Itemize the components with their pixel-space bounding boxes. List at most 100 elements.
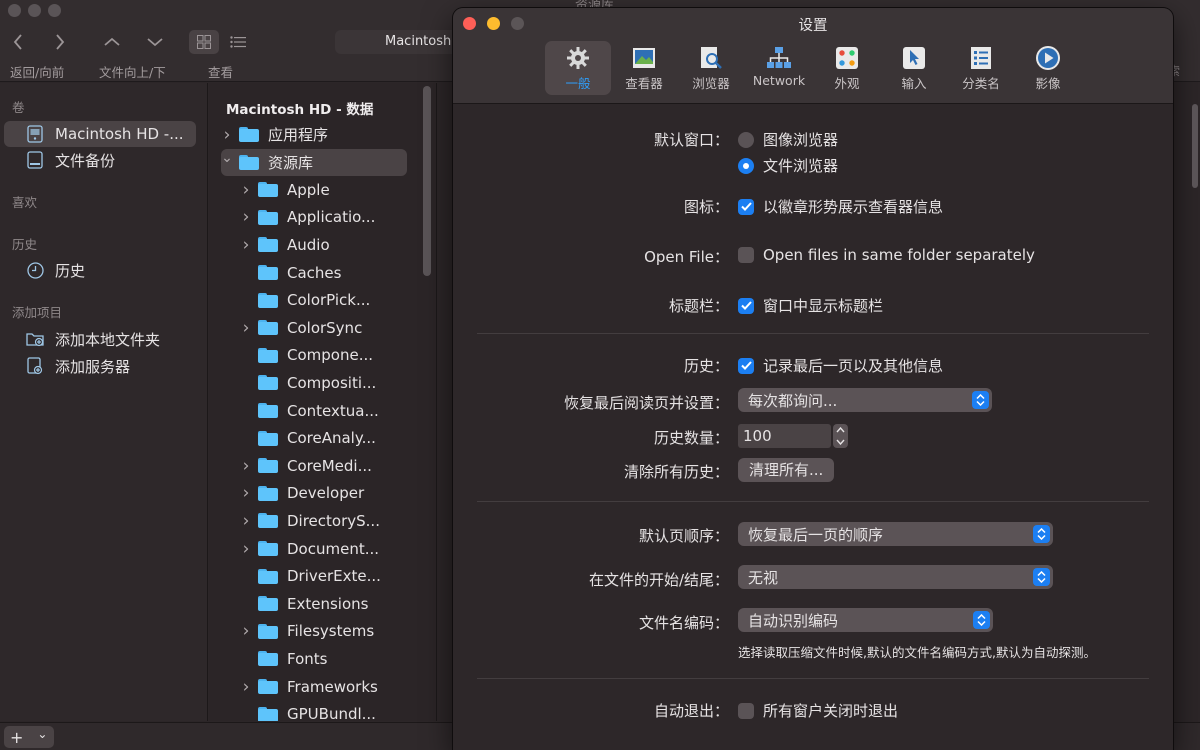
chevron-right-icon[interactable]: › xyxy=(240,180,252,200)
tab-category-names[interactable]: 分类名 xyxy=(948,41,1014,95)
badge-info-checkbox[interactable]: 以徽章形势展示查看器信息 xyxy=(738,196,943,217)
tab-browser[interactable]: 浏览器 xyxy=(678,41,744,95)
folder-label: GPUBundl... xyxy=(287,705,376,721)
file-up-button[interactable] xyxy=(102,30,122,54)
browser-scrollbar[interactable] xyxy=(1192,104,1198,188)
path-bar[interactable]: Macintosh xyxy=(335,30,465,54)
tab-appearance[interactable]: 外观 xyxy=(814,41,880,95)
folder-row[interactable]: › Frameworks xyxy=(209,673,419,700)
radio-image-browser[interactable]: 图像浏览器 xyxy=(738,129,838,150)
checkbox[interactable] xyxy=(738,297,754,314)
tab-network[interactable]: Network xyxy=(746,41,812,95)
page-order-popup[interactable]: 恢复最后一页的顺序 xyxy=(738,522,1053,546)
chevron-down-icon[interactable]: ⌄ xyxy=(221,150,233,166)
tab-media[interactable]: 影像 xyxy=(1015,41,1081,95)
sidebar-item-history[interactable]: 历史 xyxy=(4,257,196,283)
checkbox[interactable] xyxy=(738,198,754,215)
checkbox[interactable] xyxy=(738,357,754,374)
tab-general[interactable]: 一般 xyxy=(545,41,611,95)
clear-history-button[interactable]: 清理所有... xyxy=(738,458,835,482)
list-view-icon xyxy=(230,36,246,48)
chevron-right-icon[interactable]: › xyxy=(240,539,252,559)
chevron-right-icon[interactable]: › xyxy=(240,621,252,641)
history-count-field[interactable]: 100 xyxy=(738,424,831,448)
folder-row[interactable]: ColorPick... xyxy=(209,287,419,314)
chevron-right-icon[interactable]: › xyxy=(240,235,252,255)
folder-row[interactable]: Compone... xyxy=(209,342,419,369)
stepper-up-icon[interactable] xyxy=(836,427,845,433)
chevron-right-icon[interactable]: › xyxy=(240,483,252,503)
grid-icon xyxy=(197,35,211,49)
folder-row[interactable]: › Audio xyxy=(209,231,419,258)
grid-view-button[interactable] xyxy=(189,30,219,54)
chevron-right-icon[interactable]: › xyxy=(240,511,252,531)
file-down-button[interactable] xyxy=(145,30,165,54)
history-header: 历史 xyxy=(12,237,38,252)
folder-row[interactable]: Fonts xyxy=(209,645,419,672)
folder-row[interactable]: Caches xyxy=(209,259,419,286)
tab-label: 浏览器 xyxy=(692,76,730,91)
forward-button[interactable] xyxy=(50,30,70,54)
stepper-down-icon[interactable] xyxy=(836,439,845,445)
add-menu-button[interactable]: + ⌄ xyxy=(4,726,54,748)
checkbox[interactable] xyxy=(738,702,754,719)
record-history-checkbox[interactable]: 记录最后一页以及其他信息 xyxy=(738,355,943,376)
radio-button[interactable] xyxy=(738,157,754,174)
folder-row[interactable]: CoreAnaly... xyxy=(209,425,419,452)
checkbox-label: Open files in same folder separately xyxy=(763,246,1035,264)
history-count-stepper[interactable] xyxy=(833,424,848,448)
sidebar-item-backup[interactable]: 文件备份 xyxy=(4,147,196,173)
encoding-popup[interactable]: 自动识别编码 xyxy=(738,608,993,632)
encoding-label: 文件名编码： xyxy=(638,614,729,632)
tab-viewer[interactable]: 查看器 xyxy=(611,41,677,95)
window-zoom-button[interactable] xyxy=(48,4,61,17)
sidebar-item-add-server[interactable]: 添加服务器 xyxy=(4,353,196,379)
list-view-button[interactable] xyxy=(228,30,248,54)
folder-row[interactable]: › Filesystems xyxy=(209,618,419,645)
folder-row[interactable]: DriverExte... xyxy=(209,563,419,590)
checkmark-icon xyxy=(740,301,752,310)
window-minimize-button[interactable] xyxy=(28,4,41,17)
open-separately-checkbox[interactable]: Open files in same folder separately xyxy=(738,246,1035,264)
titlebar-label: 标题栏： xyxy=(668,297,729,315)
folder-row[interactable]: › Applicatio... xyxy=(209,204,419,231)
updown-chevron-icon xyxy=(1033,568,1050,586)
folder-icon xyxy=(258,679,278,694)
folder-row[interactable]: Contextua... xyxy=(209,397,419,424)
folder-row[interactable]: › 应用程序 xyxy=(209,121,419,148)
folder-row[interactable]: › Document... xyxy=(209,535,419,562)
folder-row[interactable]: › CoreMedi... xyxy=(209,452,419,479)
folder-row[interactable]: › DirectoryS... xyxy=(209,507,419,534)
checkbox[interactable] xyxy=(738,247,754,263)
show-titlebar-checkbox[interactable]: 窗口中显示标题栏 xyxy=(738,295,883,316)
folder-row[interactable]: › Developer xyxy=(209,480,419,507)
folder-row[interactable]: GPUBundl... xyxy=(209,701,419,721)
auto-quit-checkbox[interactable]: 所有窗户关闭时退出 xyxy=(738,700,898,721)
sidebar-item-add-local-folder[interactable]: 添加本地文件夹 xyxy=(4,326,196,352)
chevron-right-icon[interactable]: › xyxy=(221,125,233,145)
folder-row[interactable]: › ColorSync xyxy=(209,314,419,341)
window-close-button[interactable] xyxy=(8,4,21,17)
folder-row[interactable]: › Apple xyxy=(209,176,419,203)
start-end-popup[interactable]: 无视 xyxy=(738,565,1053,589)
folder-row[interactable]: ⌄ 资源库 xyxy=(221,148,407,176)
back-button[interactable] xyxy=(8,30,28,54)
folder-scrollbar[interactable] xyxy=(423,86,431,276)
radio-button[interactable] xyxy=(738,131,754,148)
sidebar-item-macintosh-hd[interactable]: Macintosh HD -... xyxy=(4,121,196,147)
chevron-right-icon[interactable]: › xyxy=(240,677,252,697)
tab-label: Network xyxy=(752,73,806,88)
chevron-right-icon[interactable]: › xyxy=(240,456,252,476)
chevron-right-icon[interactable]: › xyxy=(240,207,252,227)
folder-icon xyxy=(239,127,259,142)
popup-value: 自动识别编码 xyxy=(748,611,839,630)
sidebar-item-label: 历史 xyxy=(55,261,86,280)
start-end-label: 在文件的开始/结尾： xyxy=(588,571,729,589)
radio-file-browser[interactable]: 文件浏览器 xyxy=(738,155,838,176)
chevron-right-icon[interactable]: › xyxy=(240,318,252,338)
restore-page-label: 恢复最后阅读页并设置： xyxy=(563,394,729,412)
folder-row[interactable]: Extensions xyxy=(209,590,419,617)
folder-row[interactable]: Compositi... xyxy=(209,369,419,396)
restore-page-popup[interactable]: 每次都询问... xyxy=(738,388,992,412)
tab-input[interactable]: 输入 xyxy=(881,41,947,95)
